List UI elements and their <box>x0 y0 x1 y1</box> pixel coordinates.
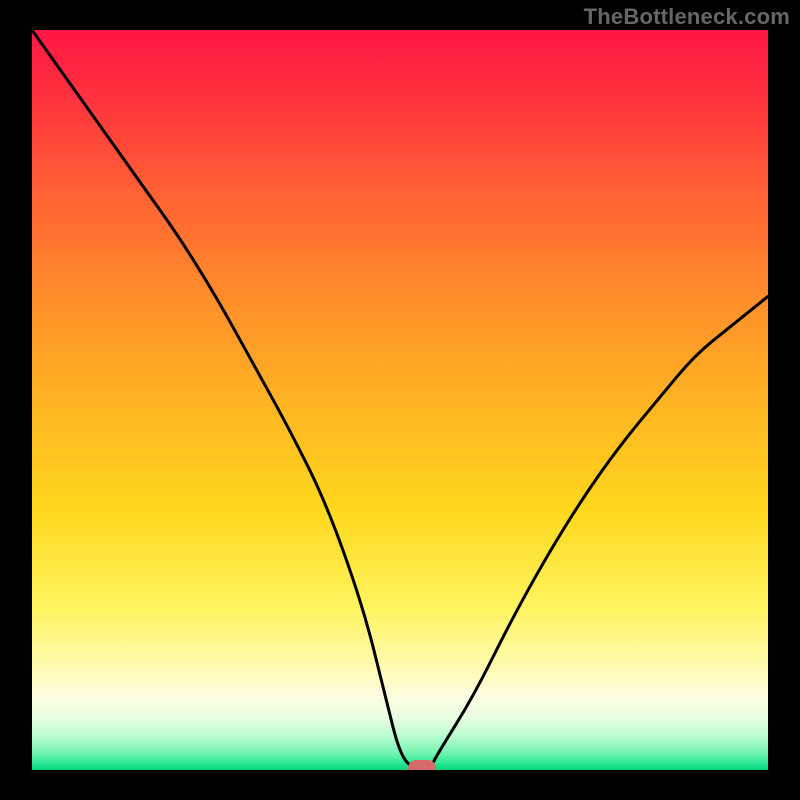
bottleneck-chart <box>32 30 768 770</box>
plot-area <box>32 30 768 770</box>
chart-frame: TheBottleneck.com <box>0 0 800 800</box>
optimal-marker <box>408 760 436 770</box>
watermark-text: TheBottleneck.com <box>584 4 790 30</box>
